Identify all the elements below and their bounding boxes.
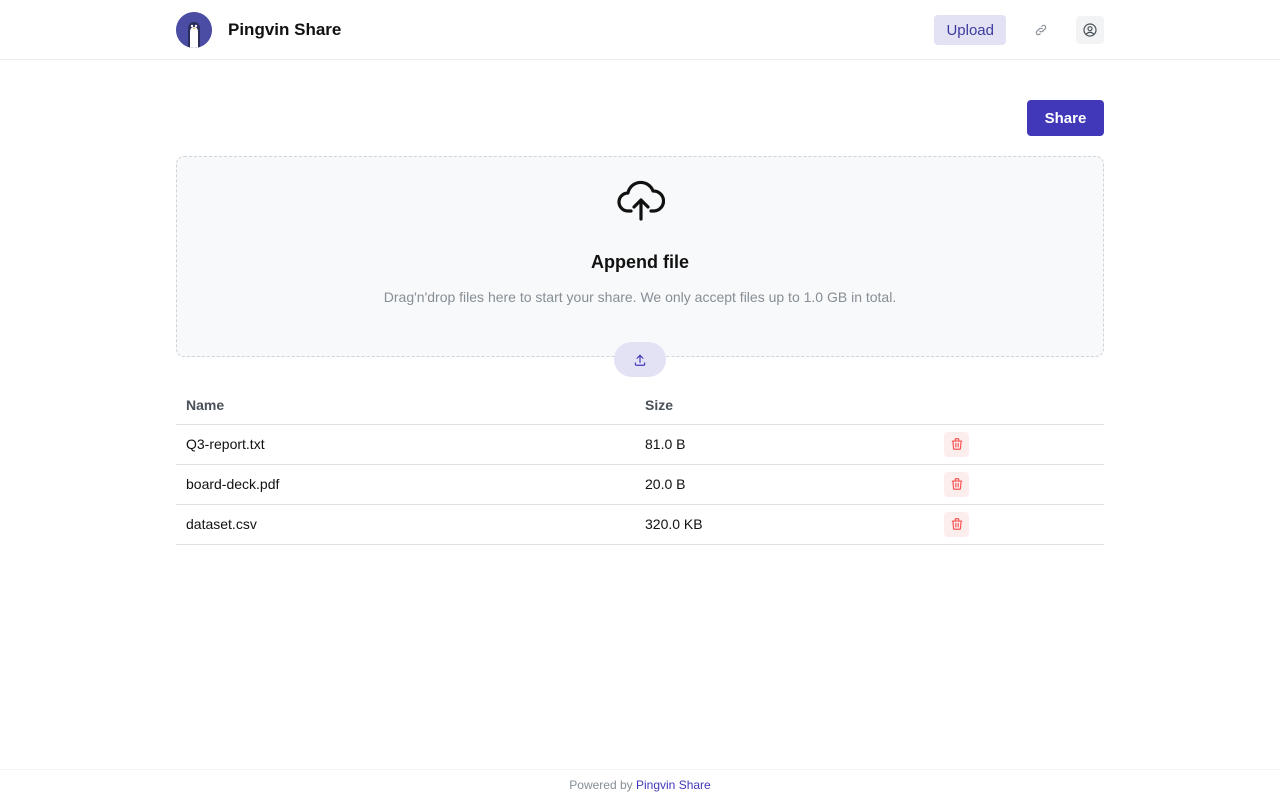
file-name: Q3-report.txt (176, 424, 635, 465)
top-nav: Upload (934, 15, 1104, 45)
user-circle-icon (1083, 23, 1097, 37)
column-header-actions (934, 386, 1104, 425)
row-actions (934, 424, 1104, 465)
column-header-size: Size (635, 386, 934, 425)
column-header-name: Name (176, 386, 635, 425)
row-actions (934, 504, 1104, 545)
nav-link-button[interactable] (1027, 16, 1055, 44)
trash-icon (951, 438, 962, 450)
dropzone-description: Drag'n'drop files here to start your sha… (383, 289, 897, 305)
file-size: 320.0 KB (635, 504, 934, 545)
footer-link[interactable]: Pingvin Share (636, 778, 711, 792)
delete-file-button[interactable] (944, 471, 969, 497)
table-row: dataset.csv 320.0 KB (176, 504, 1104, 545)
trash-icon (951, 478, 962, 490)
file-size: 20.0 B (635, 464, 934, 505)
trash-icon (951, 518, 962, 530)
app-header: Pingvin Share Upload (0, 0, 1280, 60)
cloud-upload-icon (617, 180, 665, 221)
select-files-button[interactable] (614, 342, 666, 377)
link-icon (1035, 24, 1047, 36)
dropzone-title: Append file (591, 252, 689, 272)
file-dropzone[interactable]: Append file Drag'n'drop files here to st… (176, 156, 1104, 357)
row-actions (934, 464, 1104, 505)
table-row: board-deck.pdf 20.0 B (176, 464, 1104, 505)
pingvin-logo-icon (176, 12, 212, 48)
delete-file-button[interactable] (944, 511, 969, 537)
delete-file-button[interactable] (944, 431, 969, 457)
file-name: dataset.csv (176, 504, 635, 545)
brand[interactable]: Pingvin Share (176, 12, 341, 48)
table-header-row: Name Size (176, 386, 1104, 425)
page-footer: Powered by Pingvin Share (0, 769, 1280, 800)
nav-upload-button[interactable]: Upload (934, 15, 1006, 45)
upload-icon (634, 354, 646, 366)
footer-prefix: Powered by (569, 778, 633, 792)
files-table: Name Size Q3-report.txt 81.0 B board-dec… (176, 386, 1104, 545)
file-size: 81.0 B (635, 424, 934, 465)
brand-name: Pingvin Share (228, 20, 342, 39)
share-button[interactable]: Share (1027, 100, 1104, 136)
table-row: Q3-report.txt 81.0 B (176, 424, 1104, 465)
file-name: board-deck.pdf (176, 464, 635, 505)
user-menu-button[interactable] (1076, 16, 1104, 44)
